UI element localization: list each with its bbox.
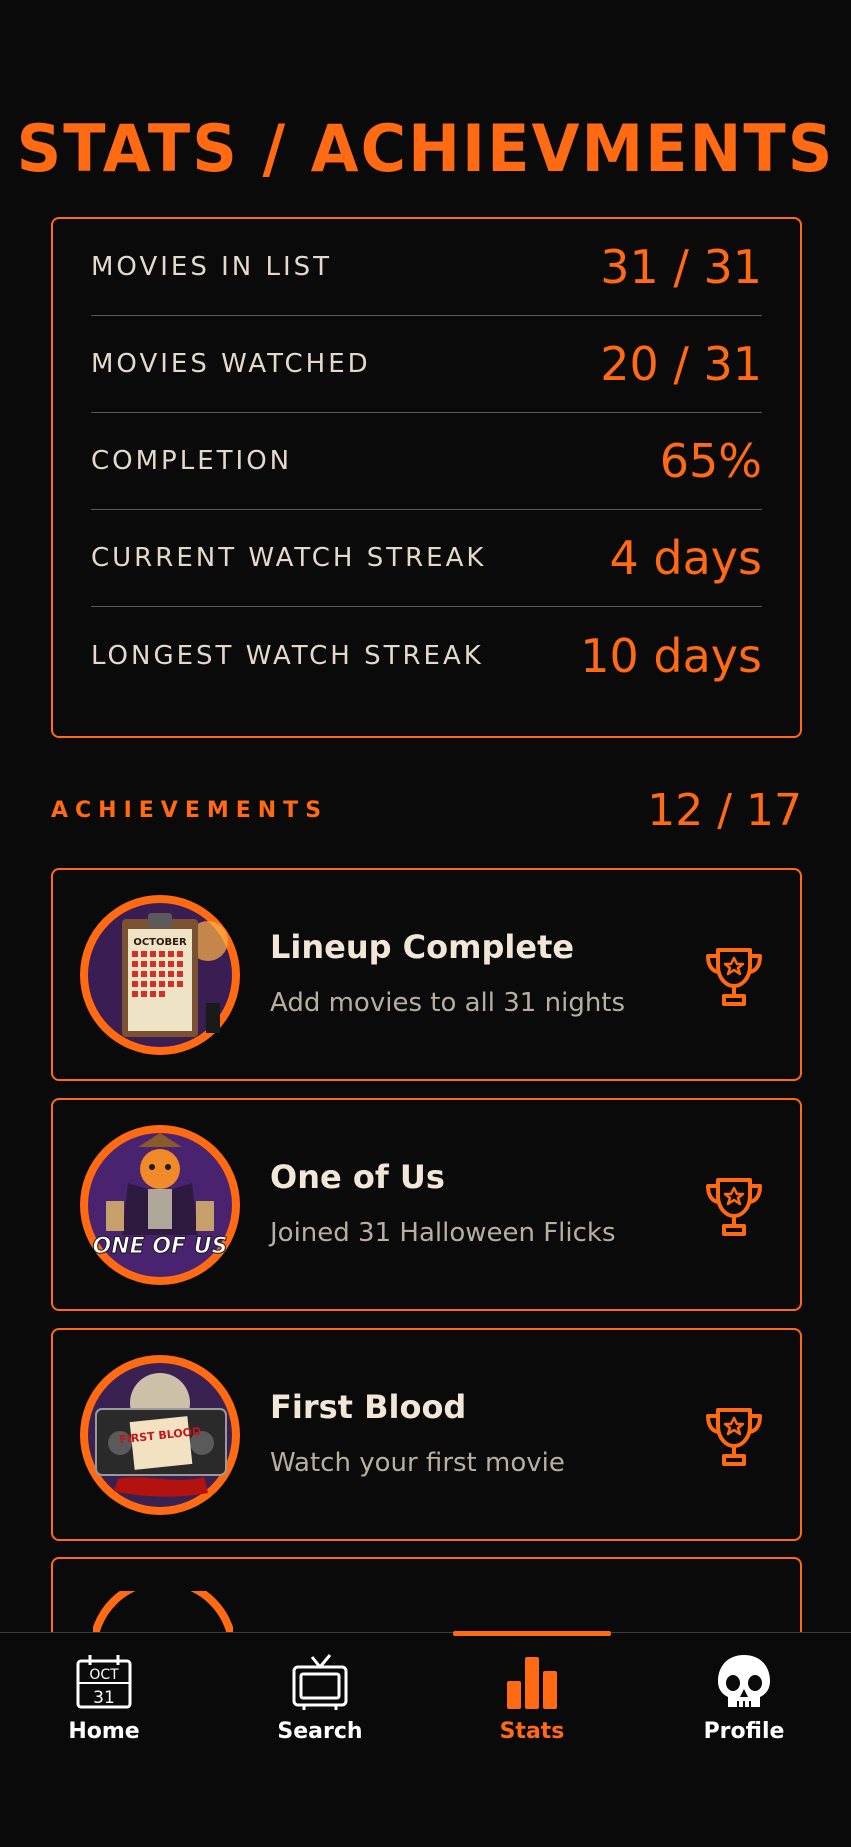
svg-text:ONE OF US: ONE OF US (93, 1234, 228, 1259)
achievement-text: Lineup Complete Add movies to all 31 nig… (270, 928, 625, 1018)
tab-profile[interactable]: Profile (664, 1653, 824, 1744)
trophy-icon (706, 948, 762, 1006)
trophy-icon (706, 1178, 762, 1236)
tab-label: Stats (499, 1719, 565, 1744)
stat-row-completion: COMPLETION 65% (91, 413, 762, 510)
tab-home[interactable]: OCT 31 Home (24, 1653, 184, 1744)
calendar-badge-icon: OCTOBER (80, 895, 240, 1055)
stat-row-movies-watched: MOVIES WATCHED 20 / 31 (91, 316, 762, 413)
bar-chart-icon (507, 1657, 557, 1709)
stat-label: MOVIES WATCHED (91, 349, 371, 379)
scarecrow-badge-icon: ONE OF US (80, 1125, 240, 1285)
svg-text:OCT: OCT (89, 1667, 119, 1683)
achievement-name: First Blood (270, 1388, 467, 1426)
vhs-badge-icon: FIRST BLOOD (80, 1355, 240, 1515)
tab-label: Home (68, 1719, 140, 1744)
svg-text:OCTOBER: OCTOBER (133, 937, 187, 948)
achievement-text: First Blood Watch your first movie (270, 1388, 565, 1478)
achievement-card-one-of-us[interactable]: ONE OF US One of Us Joined 31 Halloween … (51, 1098, 802, 1311)
active-tab-indicator (453, 1631, 611, 1636)
achievements-header: ACHIEVEMENTS 12 / 17 (51, 785, 802, 836)
stat-row-longest-streak: LONGEST WATCH STREAK 10 days (91, 607, 762, 704)
stats-card: MOVIES IN LIST 31 / 31 MOVIES WATCHED 20… (51, 217, 802, 738)
achievement-name: One of Us (270, 1158, 445, 1196)
achievements-count: 12 / 17 (647, 785, 802, 836)
stat-row-current-streak: CURRENT WATCH STREAK 4 days (91, 510, 762, 607)
stat-value: 31 / 31 (600, 240, 762, 294)
achievement-card-lineup-complete[interactable]: OCTOBER Lineup Complete Add movies to al… (51, 868, 802, 1081)
tab-search[interactable]: Search (240, 1653, 400, 1744)
tab-bar: OCT 31 Home Search Stats Profile (0, 1631, 851, 1847)
stat-value: 20 / 31 (600, 337, 762, 391)
stat-row-movies-in-list: MOVIES IN LIST 31 / 31 (91, 219, 762, 316)
achievements-title: ACHIEVEMENTS (51, 798, 329, 823)
stat-value: 65% (659, 434, 762, 488)
tab-label: Search (277, 1719, 363, 1744)
achievement-text: One of Us Joined 31 Halloween Flicks (270, 1158, 616, 1248)
calendar-icon: OCT 31 (76, 1655, 132, 1709)
achievement-name: Lineup Complete (270, 928, 575, 966)
achievement-description: Joined 31 Halloween Flicks (270, 1218, 616, 1248)
stat-label: MOVIES IN LIST (91, 252, 333, 282)
achievement-description: Watch your first movie (270, 1448, 565, 1478)
stat-value: 10 days (580, 628, 762, 683)
achievement-card-first-blood[interactable]: FIRST BLOOD First Blood Watch your first… (51, 1328, 802, 1541)
svg-text:31: 31 (93, 1688, 115, 1708)
page-title: STATS / ACHIEVMENTS (16, 110, 835, 187)
tv-icon (292, 1654, 348, 1710)
trophy-icon (706, 1408, 762, 1466)
stat-label: LONGEST WATCH STREAK (91, 640, 484, 671)
stat-value: 4 days (609, 531, 762, 585)
stat-label: CURRENT WATCH STREAK (91, 543, 487, 573)
skull-icon (718, 1655, 770, 1707)
stats-screen: STATS / ACHIEVMENTS MOVIES IN LIST 31 / … (0, 0, 851, 1847)
tab-stats[interactable]: Stats (452, 1653, 612, 1744)
stat-label: COMPLETION (91, 446, 293, 476)
tab-label: Profile (703, 1719, 785, 1744)
achievement-description: Add movies to all 31 nights (270, 988, 626, 1018)
